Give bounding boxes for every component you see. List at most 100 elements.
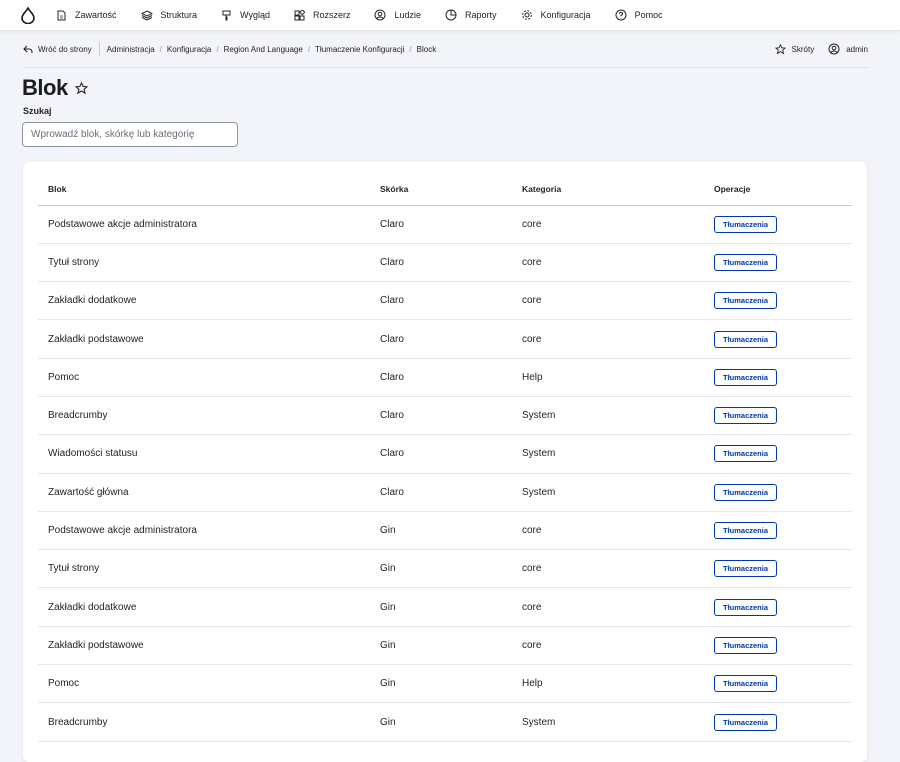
add-shortcut-star-icon[interactable] — [74, 81, 88, 95]
theme-name: Gin — [370, 626, 512, 666]
shortcuts-label: Skróty — [791, 44, 815, 54]
translate-button[interactable]: Tłumaczenia — [714, 330, 778, 348]
breadcrumb-konfiguracja[interactable]: Konfiguracja — [167, 45, 211, 54]
translate-button[interactable]: Tłumaczenia — [714, 675, 778, 693]
drupal-logo-icon[interactable] — [21, 6, 37, 24]
user-tools: Skróty admin — [761, 31, 868, 67]
theme-name: Gin — [370, 549, 512, 589]
breadcrumb-separator: / — [216, 44, 219, 54]
shortcuts-button[interactable]: Skróty — [774, 43, 815, 55]
user-menu-button[interactable]: admin — [828, 43, 868, 55]
document-icon — [57, 10, 66, 20]
block-name: Zakładki podstawowe — [38, 626, 370, 666]
translate-button[interactable]: Tłumaczenia — [714, 215, 778, 233]
block-name: Podstawowe akcje administratora — [38, 205, 370, 244]
breadcrumb-administracja[interactable]: Administracja — [107, 45, 155, 54]
block-name: Tytuł strony — [38, 243, 370, 283]
nav-zawartosc[interactable]: Zawartość — [56, 10, 117, 21]
translate-button[interactable]: Tłumaczenia — [714, 292, 778, 310]
table-row: Podstawowe akcje administratora Gin core Tł… — [38, 511, 852, 551]
nav-ludzie[interactable]: Ludzie — [374, 9, 421, 21]
nav-label: Raporty — [465, 10, 497, 20]
translate-button[interactable]: Tłumaczenia — [714, 598, 778, 616]
nav-label: Wygląd — [240, 10, 270, 20]
theme-name: Claro — [370, 243, 512, 283]
search-input[interactable] — [22, 122, 238, 147]
breadcrumb-separator: / — [307, 44, 311, 54]
category-name: core — [512, 626, 704, 666]
table-header-row: Blok Skórka Kategoria Operacje — [38, 173, 852, 206]
table-row: Tytuł strony Gin core Tłumaczenia — [38, 549, 852, 589]
nav-konfiguracja[interactable]: Konfiguracja — [521, 9, 591, 21]
block-name: Pomoc — [38, 358, 370, 397]
table-row: Breadcrumby Gin System Tłumaczenia — [38, 702, 852, 742]
star-icon — [774, 43, 786, 54]
table-row: Breadcrumby Claro System Tłumaczenia — [38, 396, 852, 436]
nav-label: Pomoc — [634, 10, 663, 20]
nav-rozszerz[interactable]: Rozszerz — [294, 9, 351, 21]
breadcrumb-separator: / — [159, 44, 162, 54]
theme-name: Claro — [370, 473, 512, 512]
person-icon — [374, 9, 386, 21]
puzzle-icon — [294, 9, 305, 20]
back-to-site-link[interactable]: Wróć do strony — [23, 42, 100, 56]
user-label: admin — [846, 44, 868, 54]
translate-button[interactable]: Tłumaczenia — [714, 445, 778, 463]
translate-button[interactable]: Tłumaczenia — [714, 483, 778, 501]
category-name: core — [512, 587, 704, 627]
translate-button[interactable]: Tłumaczenia — [714, 560, 778, 578]
header-operacje: Operacje — [704, 173, 852, 206]
breadcrumb-separator: / — [409, 44, 412, 54]
nav-label: Rozszerz — [312, 10, 351, 20]
nav-pomoc[interactable]: Pomoc — [615, 9, 663, 21]
secondary-toolbar: Wróć do strony Administracja / Konfigura… — [0, 31, 900, 67]
theme-name: Claro — [370, 396, 512, 436]
chart-icon — [445, 9, 457, 21]
translate-button[interactable]: Tłumaczenia — [714, 522, 778, 540]
theme-name: Gin — [370, 511, 512, 551]
category-name: Help — [512, 358, 704, 397]
category-name: core — [512, 549, 704, 589]
back-arrow-icon — [23, 45, 33, 53]
admin-toolbar: Zawartość Struktura Wygląd Rozszerz Ludz… — [0, 0, 900, 31]
nav-wyglad[interactable]: Wygląd — [221, 10, 270, 21]
translate-button[interactable]: Tłumaczenia — [714, 368, 778, 386]
block-name: Podstawowe akcje administratora — [38, 511, 370, 551]
header-skorka: Skórka — [370, 173, 512, 206]
theme-name: Claro — [370, 358, 512, 397]
translate-button[interactable]: Tłumaczenia — [714, 407, 778, 425]
breadcrumb-tlumaczenie[interactable]: Tłumaczenie Konfiguracji — [315, 45, 404, 54]
category-name: System — [512, 396, 704, 436]
translate-button[interactable]: Tłumaczenia — [714, 253, 778, 271]
translate-button[interactable]: Tłumaczenia — [714, 713, 778, 731]
nav-raporty[interactable]: Raporty — [445, 9, 497, 21]
page-title: Blok — [22, 75, 68, 100]
nav-label: Konfiguracja — [540, 10, 591, 20]
breadcrumb-block: Block — [416, 44, 437, 54]
table-row: Zakładki dodatkowe Gin core Tłumaczenia — [38, 587, 852, 627]
paint-icon — [222, 10, 231, 20]
nav-label: Struktura — [160, 10, 198, 20]
page-header: Blok — [22, 75, 88, 101]
theme-name: Claro — [370, 434, 512, 474]
category-name: core — [512, 205, 704, 244]
table-row: Podstawowe akcje administratora Claro core… — [38, 205, 852, 244]
theme-name: Claro — [370, 205, 512, 244]
translate-button[interactable]: Tłumaczenia — [714, 636, 778, 654]
category-name: System — [512, 473, 704, 512]
theme-name: Gin — [370, 702, 512, 742]
block-name: Breadcrumby — [38, 396, 370, 436]
divider — [23, 67, 868, 68]
block-name: Wiadomości statusu — [38, 434, 370, 474]
help-icon — [615, 9, 627, 21]
breadcrumb-region[interactable]: Region And Language — [224, 45, 303, 54]
blocks-table-card: Blok Skórka Kategoria Operacje Podstawow… — [23, 162, 867, 762]
back-label: Wróć do strony — [38, 44, 92, 54]
category-name: System — [512, 434, 704, 474]
breadcrumb: Administracja / Konfiguracja / Region An… — [107, 45, 437, 54]
category-name: core — [512, 319, 704, 359]
table-row: Tytuł strony Claro core Tłumaczenia — [38, 243, 852, 283]
nav-struktura[interactable]: Struktura — [140, 9, 198, 21]
nav-label: Ludzie — [394, 10, 422, 20]
table-row: Wiadomości statusu Claro System Tłumaczenia — [38, 434, 852, 474]
